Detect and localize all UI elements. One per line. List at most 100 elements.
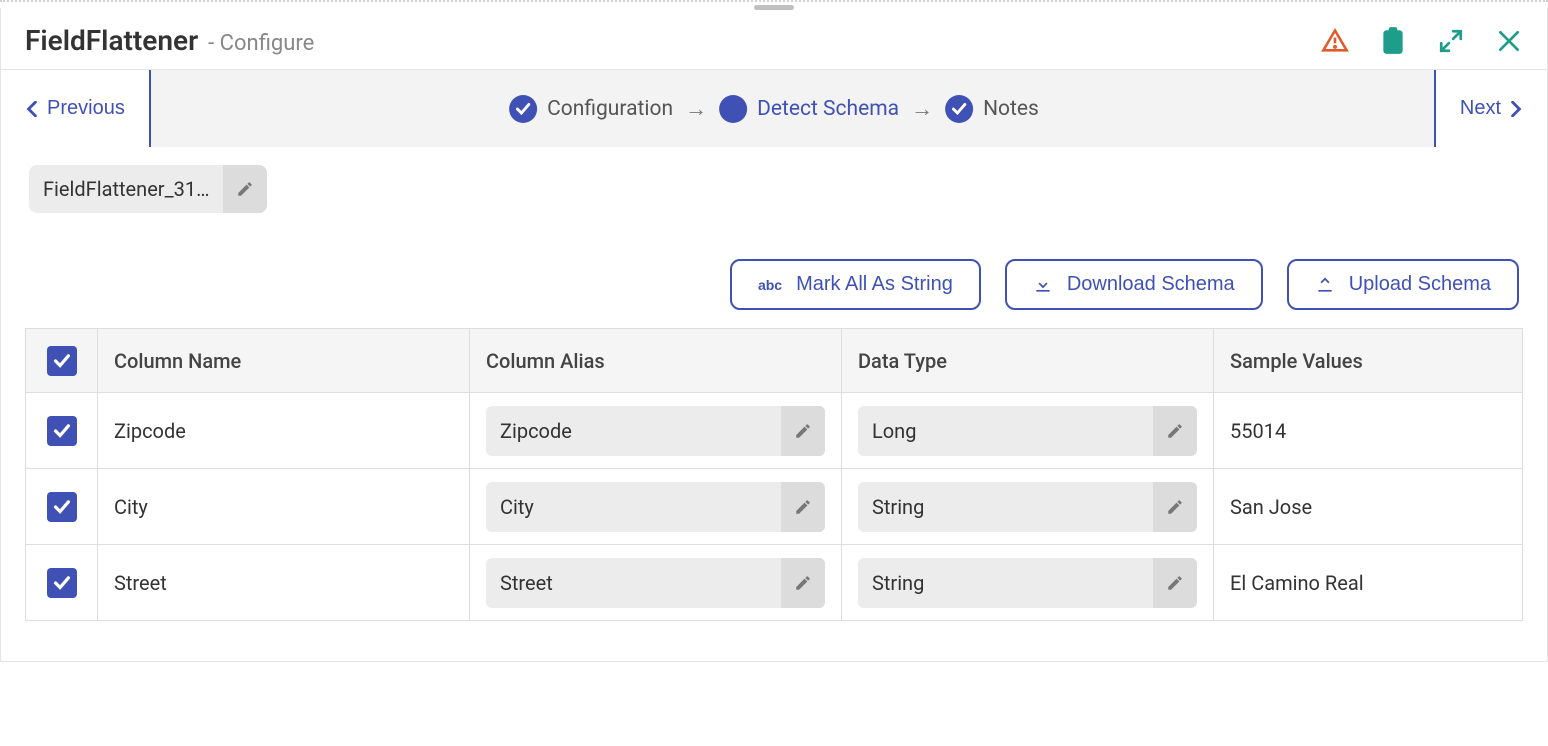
data-type-header: Data Type xyxy=(842,329,1214,393)
step-label: Configuration xyxy=(547,97,673,121)
select-all-checkbox[interactable] xyxy=(47,346,77,376)
alias-value: City xyxy=(486,495,781,519)
select-all-header xyxy=(26,329,98,393)
data-type-cell: String xyxy=(842,545,1214,621)
next-label: Next xyxy=(1460,97,1501,120)
table-row: City City String San Jos xyxy=(26,469,1523,545)
sample-value-cell: San Jose xyxy=(1214,469,1523,545)
row-checkbox[interactable] xyxy=(47,568,77,598)
sample-value: El Camino Real xyxy=(1230,571,1364,595)
step-label: Detect Schema xyxy=(757,97,899,121)
column-name-header: Column Name xyxy=(98,329,470,393)
sample-value: 55014 xyxy=(1230,419,1286,443)
chevron-left-icon xyxy=(25,101,39,117)
check-icon xyxy=(53,574,71,592)
type-value: Long xyxy=(858,419,1153,443)
row-select-cell xyxy=(26,469,98,545)
action-label: Upload Schema xyxy=(1349,273,1491,296)
sample-values-header: Sample Values xyxy=(1214,329,1523,393)
check-icon xyxy=(53,352,71,370)
data-type-cell: String xyxy=(842,469,1214,545)
schema-table: Column Name Column Alias Data Type Sampl… xyxy=(25,328,1523,621)
column-alias-cell: Street xyxy=(470,545,842,621)
row-checkbox[interactable] xyxy=(47,416,77,446)
edit-alias-button[interactable] xyxy=(781,558,825,608)
step-detect-schema[interactable]: Detect Schema xyxy=(719,95,899,123)
pencil-icon xyxy=(1166,498,1184,516)
output-chip-row: FieldFlattener_31… xyxy=(1,147,1547,223)
sample-value-cell: 55014 xyxy=(1214,393,1523,469)
chevron-right-icon xyxy=(1509,101,1523,117)
page-title: FieldFlattener xyxy=(25,24,198,57)
column-name-value: Zipcode xyxy=(114,419,186,443)
previous-button[interactable]: Previous xyxy=(1,70,151,147)
check-icon xyxy=(53,498,71,516)
previous-label: Previous xyxy=(47,97,125,120)
pencil-icon xyxy=(1166,574,1184,592)
stepper-bar: Previous Configuration → Detect Schema →… xyxy=(1,69,1547,147)
check-circle-icon xyxy=(945,95,973,123)
header-title-wrap: FieldFlattener - Configure xyxy=(25,24,314,57)
edit-type-button[interactable] xyxy=(1153,558,1197,608)
column-alias-cell: Zipcode xyxy=(470,393,842,469)
abc-icon: abc xyxy=(758,277,782,293)
page-subtitle: - Configure xyxy=(208,31,314,56)
sample-value: San Jose xyxy=(1230,495,1312,519)
column-name-cell: City xyxy=(98,469,470,545)
download-schema-button[interactable]: Download Schema xyxy=(1005,259,1263,310)
alert-triangle-icon[interactable] xyxy=(1321,27,1349,55)
edit-type-button[interactable] xyxy=(1153,406,1197,456)
alias-editable: Street xyxy=(486,558,825,608)
data-type-cell: Long xyxy=(842,393,1214,469)
edit-alias-button[interactable] xyxy=(781,482,825,532)
arrow-right-icon: → xyxy=(685,96,707,122)
alias-editable: City xyxy=(486,482,825,532)
clipboard-icon[interactable] xyxy=(1379,27,1407,55)
row-checkbox[interactable] xyxy=(47,492,77,522)
type-editable: String xyxy=(858,482,1197,532)
edit-type-button[interactable] xyxy=(1153,482,1197,532)
drag-handle[interactable] xyxy=(754,5,794,10)
output-name-label: FieldFlattener_31… xyxy=(29,177,223,201)
download-icon xyxy=(1033,275,1053,295)
action-label: Download Schema xyxy=(1067,273,1235,296)
row-select-cell xyxy=(26,393,98,469)
check-icon xyxy=(53,422,71,440)
header-actions xyxy=(1321,27,1523,55)
pencil-icon xyxy=(236,180,254,198)
action-label: Mark All As String xyxy=(796,273,953,296)
row-select-cell xyxy=(26,545,98,621)
sample-value-cell: El Camino Real xyxy=(1214,545,1523,621)
schema-actions-row: abc Mark All As String Download Schema U… xyxy=(1,223,1547,328)
edit-alias-button[interactable] xyxy=(781,406,825,456)
step-configuration[interactable]: Configuration xyxy=(509,95,673,123)
upload-schema-button[interactable]: Upload Schema xyxy=(1287,259,1519,310)
pencil-icon xyxy=(1166,422,1184,440)
next-button[interactable]: Next xyxy=(1434,70,1547,147)
column-name-value: City xyxy=(114,495,148,519)
pencil-icon xyxy=(794,574,812,592)
close-icon[interactable] xyxy=(1495,27,1523,55)
column-alias-cell: City xyxy=(470,469,842,545)
type-editable: String xyxy=(858,558,1197,608)
type-value: String xyxy=(858,495,1153,519)
header: FieldFlattener - Configure xyxy=(1,8,1547,69)
arrow-right-icon: → xyxy=(911,96,933,122)
upload-icon xyxy=(1315,275,1335,295)
pencil-icon xyxy=(794,498,812,516)
panel-top-border xyxy=(0,0,1548,8)
panel-container: FieldFlattener - Configure Previous xyxy=(0,8,1548,662)
table-row: Zipcode Zipcode Long 550 xyxy=(26,393,1523,469)
alias-value: Street xyxy=(486,571,781,595)
mark-all-string-button[interactable]: abc Mark All As String xyxy=(730,259,981,310)
alias-editable: Zipcode xyxy=(486,406,825,456)
alias-value: Zipcode xyxy=(486,419,781,443)
column-name-cell: Zipcode xyxy=(98,393,470,469)
step-notes[interactable]: Notes xyxy=(945,95,1039,123)
type-editable: Long xyxy=(858,406,1197,456)
stepper-steps: Configuration → Detect Schema → Notes xyxy=(509,95,1039,123)
column-alias-header: Column Alias xyxy=(470,329,842,393)
check-circle-icon xyxy=(509,95,537,123)
edit-output-name-button[interactable] xyxy=(223,165,267,213)
expand-icon[interactable] xyxy=(1437,27,1465,55)
